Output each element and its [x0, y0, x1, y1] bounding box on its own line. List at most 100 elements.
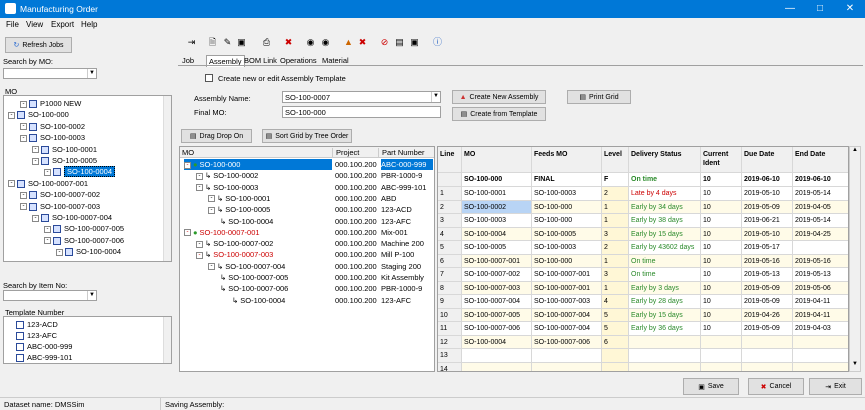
search-item-combo[interactable]: ▼ [3, 290, 97, 301]
mo-tree-item[interactable]: - SO-100-0007-004 [32, 212, 112, 223]
unlock-icon[interactable]: ◉ [320, 37, 331, 48]
grid-cell-feeds[interactable]: SO-100-0007-001 [532, 268, 602, 282]
expand-icon[interactable]: - [196, 184, 203, 192]
grid-cell-level[interactable]: 1 [602, 214, 629, 228]
grid-cell-feeds[interactable]: SO-100-0003 [532, 187, 602, 201]
close-button[interactable]: ✕ [835, 0, 865, 18]
grid-cell-line[interactable]: 8 [438, 281, 462, 295]
grid-cell-due[interactable]: 2019-05-09 [742, 200, 793, 214]
template-item[interactable]: ABC-000-999 [16, 341, 72, 352]
expand-icon[interactable]: - [208, 263, 215, 271]
grid-cell-due[interactable]: 2019-05-10 [742, 187, 793, 201]
tree-row[interactable]: - ↳ SO-100-0007-004 [208, 261, 285, 272]
grid-header-cell[interactable]: MO [462, 147, 532, 173]
mo-tree-item[interactable]: - SO-100-000 [8, 109, 69, 120]
expand-icon[interactable]: - [196, 240, 203, 248]
cancel-button[interactable]: ✖ Cancel [748, 378, 804, 395]
help-icon[interactable]: ⓘ [432, 37, 443, 48]
tree-row[interactable]: - ↳ SO-100-0007-002 [196, 238, 273, 249]
tree-row[interactable]: - ↳ SO-100-0003 [196, 182, 258, 193]
grid-cell-mo[interactable]: SO-100-0007-005 [462, 308, 532, 322]
grid-cell-level[interactable]: 5 [602, 322, 629, 336]
grid-cell-level[interactable] [602, 349, 629, 363]
sort-grid-button[interactable]: ▤ Sort Grid by Tree Order [262, 129, 352, 143]
tree-row[interactable]: - ↳ SO-100-0001 [208, 193, 270, 204]
expand-icon[interactable]: - [20, 134, 27, 142]
mo-tree-item[interactable]: - SO-100-0007-003 [20, 201, 100, 212]
template-list[interactable]: 123-ACD 123-AFC ABC-000-999 ABC-999-101 [3, 316, 172, 364]
grid-cell-ident[interactable] [701, 349, 742, 363]
grid-cell-status[interactable]: Early by 3 days [629, 281, 701, 295]
grid-cell-status[interactable]: Early by 43602 days [629, 241, 701, 255]
create-new-assembly-button[interactable]: ▲ Create New Assembly [452, 90, 546, 104]
expand-icon[interactable]: - [20, 203, 27, 211]
grid-cell-line[interactable]: 14 [438, 362, 462, 371]
grid-cell-mo[interactable] [462, 362, 532, 371]
expand-icon[interactable]: - [184, 161, 191, 169]
menu-help[interactable]: Help [81, 20, 97, 29]
grid-cell-end[interactable]: 2019-04-25 [793, 227, 848, 241]
grid-cell-mo[interactable]: SO-100-0007-001 [462, 254, 532, 268]
assembly-name-combo[interactable]: SO-100-0007 ▼ [282, 91, 441, 103]
scroll-up-icon[interactable]: ▲ [850, 147, 860, 157]
tree-row[interactable]: ↳ SO-100-0007-006 [220, 283, 288, 294]
grid-cell-due[interactable]: 2019-05-13 [742, 268, 793, 282]
grid-cell-end[interactable]: 2019-04-03 [793, 322, 848, 336]
scroll-down-icon[interactable]: ▼ [850, 361, 860, 371]
grid-cell-mo[interactable]: SO-100-0007-002 [462, 268, 532, 282]
mo-tree-item[interactable]: - SO-100-0002 [20, 121, 85, 132]
grid-cell-ident[interactable]: 10 [701, 254, 742, 268]
edit-icon[interactable]: ✎ [222, 37, 233, 48]
warning-icon[interactable]: ▲ [343, 37, 354, 48]
grid-cell-level[interactable]: 1 [602, 254, 629, 268]
grid-cell-feeds[interactable]: SO-100-0003 [532, 241, 602, 255]
grid-cell-mo[interactable]: SO-100-0004 [462, 335, 532, 349]
grid-cell-line[interactable]: 3 [438, 214, 462, 228]
grid-cell-ident[interactable]: 10 [701, 214, 742, 228]
cancel-icon[interactable]: ✖ [357, 37, 368, 48]
menu-view[interactable]: View [26, 20, 43, 29]
mo-tree-item[interactable]: - SO-100-0003 [20, 132, 85, 143]
grid-cell-feeds[interactable]: SO-100-0007-003 [532, 295, 602, 309]
grid-cell-level[interactable]: 6 [602, 335, 629, 349]
grid-cell-line[interactable]: 5 [438, 241, 462, 255]
print-grid-button[interactable]: ▤ Print Grid [567, 90, 631, 104]
grid-cell-feeds[interactable]: SO-100-0007-006 [532, 335, 602, 349]
menu-file[interactable]: File [6, 20, 19, 29]
expand-icon[interactable]: - [32, 157, 39, 165]
exit-button[interactable]: ⇥ Exit [809, 378, 862, 395]
create-template-checkbox[interactable] [205, 74, 213, 82]
grid-cell-due[interactable] [742, 362, 793, 371]
mo-tree[interactable]: - P1000 NEW - SO-100-000- SO-100-0002- SO-100… [3, 95, 172, 262]
expand-icon[interactable]: - [196, 251, 203, 259]
template-item[interactable]: ABC-999-101 [16, 352, 72, 363]
grid-cell-ident[interactable]: 10 [701, 308, 742, 322]
grid-cell-feeds[interactable] [532, 362, 602, 371]
tree-row[interactable]: - ● SO-100-0007-001 [184, 227, 260, 238]
grid-cell-line[interactable]: 2 [438, 200, 462, 214]
grid-cell-end[interactable] [793, 241, 848, 255]
grid-cell-end[interactable]: 2019-05-14 [793, 214, 848, 228]
grid-cell-ident[interactable]: 10 [701, 227, 742, 241]
tree-row[interactable]: - ● SO-100-000 [184, 159, 332, 170]
mo-tree-item[interactable]: - SO-100-0007-001 [8, 178, 88, 189]
grid-cell-level[interactable]: 3 [602, 227, 629, 241]
grid-cell-mo[interactable]: SO-100-0005 [462, 241, 532, 255]
grid-cell-feeds[interactable]: SO-100-000 [532, 200, 602, 214]
expand-icon[interactable]: - [32, 214, 39, 222]
grid-cell-due[interactable]: 2019-06-21 [742, 214, 793, 228]
tree-col-part[interactable]: Part Number [378, 148, 425, 157]
grid-cell-mo[interactable]: SO-100-0007-004 [462, 295, 532, 309]
grid-cell-feeds[interactable]: SO-100-0007-004 [532, 322, 602, 336]
grid-cell-level[interactable]: 2 [602, 187, 629, 201]
template-item[interactable]: 123-AFC [16, 330, 57, 341]
grid-cell-due[interactable]: 2019-05-16 [742, 254, 793, 268]
grid-cell-status[interactable]: Early by 15 days [629, 308, 701, 322]
grid-cell-due[interactable] [742, 349, 793, 363]
expand-icon[interactable]: - [20, 100, 27, 108]
grid-cell-status[interactable] [629, 362, 701, 371]
grid-cell-ident[interactable]: 10 [701, 295, 742, 309]
mo-tree-scrollbar[interactable] [163, 96, 171, 261]
grid-cell-status[interactable]: Early by 28 days [629, 295, 701, 309]
grid-cell-level[interactable]: 1 [602, 200, 629, 214]
